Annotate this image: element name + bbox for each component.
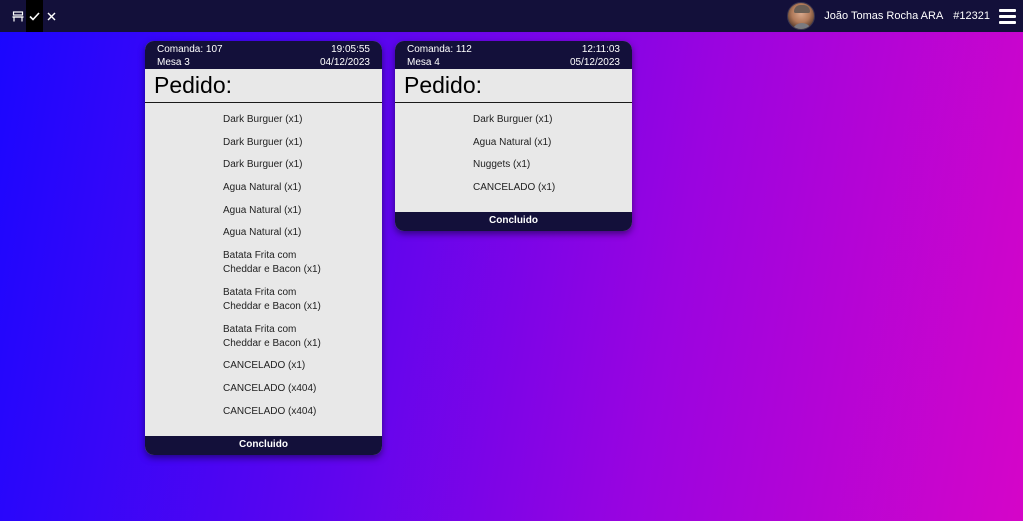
order-comanda: Comanda: 107	[157, 44, 223, 55]
order-item: CANCELADO (x1)	[473, 182, 556, 194]
order-item: CANCELADO (x404)	[223, 405, 317, 417]
order-item: Agua Natural (x1)	[223, 182, 302, 194]
order-item: CANCELADO (x404)	[223, 382, 317, 394]
hamburger-menu-icon[interactable]	[999, 8, 1016, 24]
order-header: Comanda: 112 12:11:03 Mesa 4 05/12/2023	[395, 41, 632, 69]
order-item: Dark Burguer (x1)	[473, 114, 553, 125]
concluido-button[interactable]: Concluido	[395, 212, 632, 231]
check-icon[interactable]	[26, 0, 43, 32]
order-header: Comanda: 107 19:05:55 Mesa 3 04/12/2023	[145, 41, 382, 69]
order-card: Comanda: 107 19:05:55 Mesa 3 04/12/2023 …	[145, 41, 382, 455]
order-date: 05/12/2023	[569, 57, 620, 68]
order-item: Nuggets (x1)	[473, 159, 531, 171]
user-id: #12321	[953, 10, 990, 22]
order-date: 04/12/2023	[319, 57, 370, 68]
order-item: Dark Burguer (x1)	[223, 136, 303, 148]
order-card: Comanda: 112 12:11:03 Mesa 4 05/12/2023 …	[395, 41, 632, 231]
order-item: Dark Burguer (x1)	[223, 114, 303, 125]
order-mesa: Mesa 4	[407, 57, 440, 68]
avatar[interactable]	[787, 2, 816, 30]
order-item: Agua Natural (x1)	[473, 136, 552, 148]
close-icon[interactable]	[43, 0, 60, 32]
order-title: Pedido:	[145, 69, 382, 103]
order-item: Dark Burguer (x1)	[223, 159, 303, 171]
order-mesa: Mesa 3	[157, 57, 190, 68]
order-time: 12:11:03	[581, 44, 620, 55]
concluido-button[interactable]: Concluido	[145, 436, 382, 455]
bench-icon[interactable]	[9, 0, 26, 32]
order-item: Batata Frita com Cheddar e Bacon (x1)	[223, 250, 321, 276]
order-item: Batata Frita com Cheddar e Bacon (x1)	[223, 286, 321, 312]
user-area: João Tomas Rocha ARA #12321	[787, 0, 1023, 32]
order-items-list: Dark Burguer (x1) Agua Natural (x1) Nugg…	[395, 103, 632, 212]
top-bar: João Tomas Rocha ARA #12321	[0, 0, 1023, 32]
order-item: Agua Natural (x1)	[223, 204, 302, 216]
user-name: João Tomas Rocha ARA	[824, 10, 944, 22]
order-title: Pedido:	[395, 69, 632, 103]
order-comanda: Comanda: 112	[407, 44, 472, 55]
order-item: Batata Frita com Cheddar e Bacon (x1)	[223, 323, 321, 349]
order-items-list: Dark Burguer (x1) Dark Burguer (x1) Dark…	[145, 103, 382, 436]
order-item: CANCELADO (x1)	[223, 360, 306, 372]
order-item: Agua Natural (x1)	[223, 227, 302, 239]
order-time: 19:05:55	[331, 44, 370, 55]
